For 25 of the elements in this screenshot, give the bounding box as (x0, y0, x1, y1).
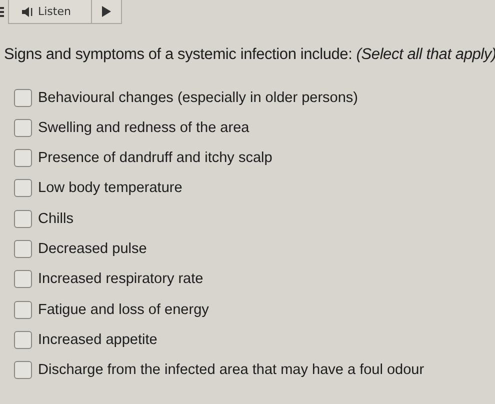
option-label[interactable]: Fatigue and loss of energy (38, 302, 209, 318)
option-label[interactable]: Chills (38, 210, 74, 227)
checkbox[interactable] (14, 179, 32, 198)
option-label[interactable]: Presence of dandruff and itchy scalp (38, 150, 272, 166)
checkbox[interactable] (14, 210, 32, 228)
listen-button[interactable]: Listen (8, 0, 92, 24)
option-label[interactable]: Decreased pulse (38, 240, 147, 257)
checkbox[interactable] (14, 118, 32, 137)
option-label[interactable]: Increased appetite (38, 332, 158, 348)
checkbox[interactable] (14, 149, 32, 168)
menu-icon[interactable] (0, 7, 4, 17)
option-label[interactable]: Swelling and redness of the area (38, 120, 250, 136)
checkbox[interactable] (14, 270, 32, 288)
checkbox[interactable] (14, 330, 32, 349)
option-label[interactable]: Behavioural changes (especially in older persons) (38, 90, 358, 106)
checkbox[interactable] (14, 88, 32, 106)
speaker-icon (21, 6, 33, 18)
play-icon (102, 6, 111, 17)
checkbox[interactable] (14, 361, 32, 380)
checkbox[interactable] (14, 240, 32, 258)
option-label[interactable]: Discharge from the infected area that may have a foul odour (38, 362, 424, 378)
checkbox[interactable] (14, 300, 32, 319)
option-label[interactable]: Increased respiratory rate (38, 271, 204, 288)
play-button[interactable] (92, 0, 122, 24)
option-label[interactable]: Low body temperature (38, 180, 182, 196)
